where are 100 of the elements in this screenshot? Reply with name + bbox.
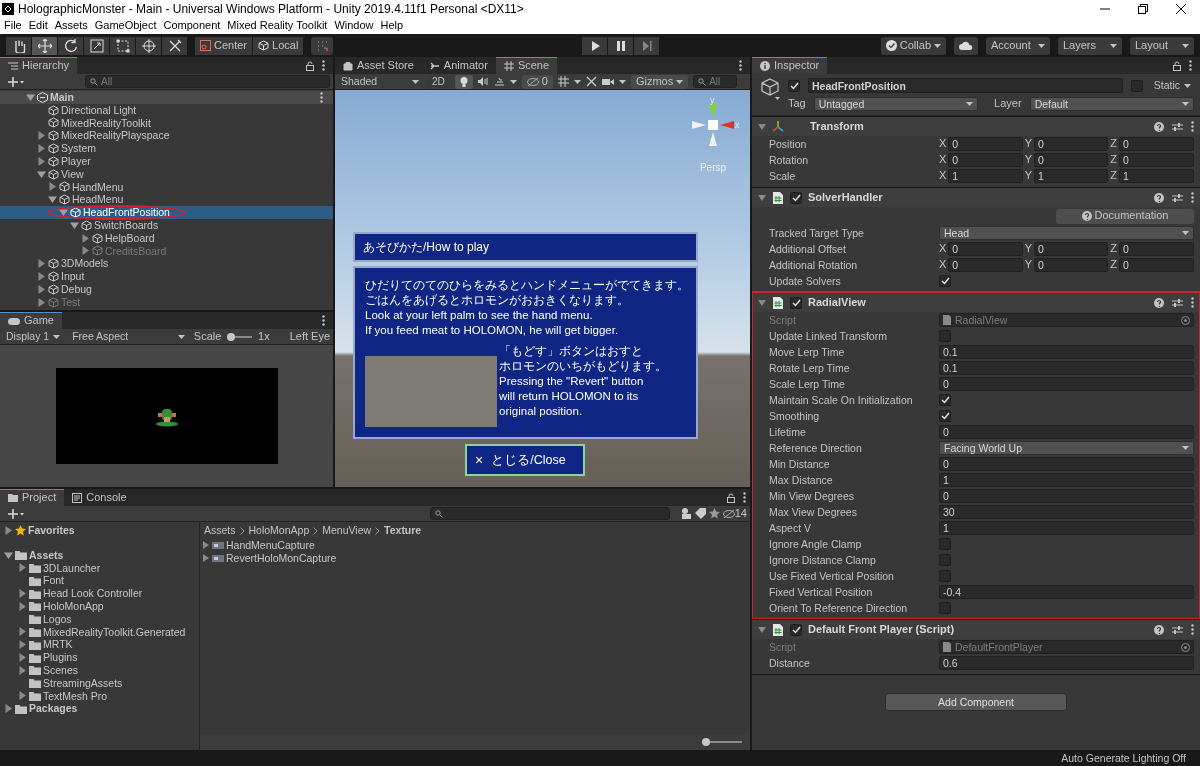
tool-button[interactable]	[162, 36, 187, 55]
menu-item[interactable]: Assets	[54, 19, 88, 33]
slider-thumb[interactable]	[702, 738, 710, 746]
number-field[interactable]: 0	[948, 137, 1023, 151]
tool-button[interactable]	[32, 36, 57, 55]
tree-item[interactable]: Plugins	[0, 651, 199, 664]
tree-item[interactable]: Packages	[0, 702, 199, 716]
label-icon[interactable]	[694, 508, 706, 519]
menu-item[interactable]: Window	[334, 19, 374, 33]
help-icon[interactable]	[1154, 297, 1164, 308]
aspect-dropdown[interactable]: Free Aspect	[69, 330, 188, 343]
tree-item[interactable]: StreamingAssets	[0, 676, 199, 690]
number-field[interactable]: 0	[939, 489, 1194, 503]
panel-tab[interactable]: Console	[64, 489, 135, 506]
more-icon[interactable]	[1189, 60, 1192, 71]
tree-item[interactable]: Debug	[0, 282, 333, 296]
panel-tab[interactable]: Animator	[421, 57, 496, 74]
panel-tab[interactable]: Project	[0, 489, 65, 506]
checkbox[interactable]	[939, 410, 951, 422]
number-field[interactable]: 1	[939, 521, 1194, 535]
tree-item[interactable]: View	[0, 167, 333, 181]
number-field[interactable]: 0.1	[939, 361, 1194, 375]
preset-icon[interactable]	[1172, 192, 1183, 203]
panel-tab[interactable]: Hierarchy	[0, 57, 78, 74]
tree-item[interactable]: SwitchBoards	[0, 218, 333, 232]
number-field[interactable]: 0	[1119, 258, 1194, 272]
tree-item[interactable]: Player	[0, 155, 333, 168]
tree-item[interactable]: Logos	[0, 612, 199, 626]
object-picker-icon[interactable]	[1181, 315, 1190, 325]
breadcrumb-item[interactable]: HoloMonApp	[248, 524, 310, 537]
slider[interactable]	[702, 738, 742, 746]
help-icon[interactable]	[1154, 121, 1164, 132]
active-checkbox[interactable]	[788, 79, 800, 92]
value-dropdown[interactable]: Head	[939, 226, 1194, 240]
tree-item[interactable]: HeadFrontPosition	[0, 206, 333, 219]
tree-item[interactable]: Scenes	[0, 663, 199, 677]
checkbox[interactable]	[939, 602, 951, 614]
number-field[interactable]: 0	[1119, 137, 1194, 151]
help-icon[interactable]	[1154, 192, 1164, 203]
filter-type-icon[interactable]	[680, 508, 692, 519]
panel-tab[interactable]: Asset Store	[335, 57, 422, 74]
number-field[interactable]: -0.4	[939, 585, 1194, 599]
value-dropdown[interactable]: Facing World Up	[939, 441, 1194, 455]
preset-icon[interactable]	[1172, 624, 1183, 635]
menu-item[interactable]: Component	[163, 19, 221, 33]
tree-item[interactable]: HeadMenu	[0, 193, 333, 207]
script-field[interactable]: RadialView	[939, 313, 1194, 327]
number-field[interactable]: 0	[939, 457, 1194, 471]
more-icon[interactable]	[1191, 297, 1194, 308]
more-icon[interactable]	[1191, 121, 1194, 132]
star-icon[interactable]	[708, 508, 720, 519]
checkbox[interactable]	[939, 275, 951, 287]
speaker-icon[interactable]	[477, 77, 489, 86]
number-field[interactable]: 0	[939, 377, 1194, 391]
tag-dropdown[interactable]: Untagged	[813, 97, 979, 111]
number-field[interactable]: 0	[948, 258, 1023, 272]
close-board-button[interactable]: × とじる/Close	[465, 444, 585, 476]
more-icon[interactable]	[322, 315, 325, 326]
checkbox[interactable]	[939, 330, 951, 342]
tree-item[interactable]: Directional Light	[0, 103, 333, 117]
tool-button[interactable]	[84, 36, 109, 55]
number-field[interactable]: 30	[939, 505, 1194, 519]
tree-item[interactable]: HoloMonApp	[0, 600, 199, 613]
camera-icon[interactable]	[601, 77, 614, 86]
collab-button[interactable]: Collab	[880, 36, 946, 55]
breadcrumb-item[interactable]: MenuView	[322, 524, 372, 537]
lock-icon[interactable]	[306, 60, 314, 71]
hidden-packages-count[interactable]: 14	[722, 506, 747, 521]
checkbox[interactable]	[939, 394, 951, 406]
tree-item[interactable]: HandMenu	[0, 180, 333, 194]
more-icon[interactable]	[739, 60, 742, 71]
cloud-button[interactable]	[954, 36, 978, 55]
checkbox[interactable]	[939, 570, 951, 582]
tree-item[interactable]: Favorites	[0, 524, 199, 537]
number-field[interactable]: 0.1	[939, 345, 1194, 359]
number-field[interactable]: 0	[939, 425, 1194, 439]
pivot-button[interactable]: Local	[253, 36, 304, 55]
number-field[interactable]: 0.6	[939, 656, 1194, 670]
tree-item[interactable]: System	[0, 142, 333, 155]
menu-dropdown[interactable]: Account	[986, 36, 1050, 55]
menu-item[interactable]: Help	[380, 19, 404, 33]
menu-item[interactable]: Edit	[28, 19, 48, 33]
tree-item[interactable]: HelpBoard	[0, 231, 333, 245]
tree-item[interactable]: MixedRealityPlayspace	[0, 129, 333, 143]
number-field[interactable]: 0	[948, 242, 1023, 256]
tree-item[interactable]: MixedRealityToolkit.Generated	[0, 625, 199, 639]
enabled-checkbox[interactable]	[790, 191, 802, 204]
more-icon[interactable]	[322, 60, 325, 71]
component-header[interactable]: RadialView	[752, 292, 1200, 312]
help-icon[interactable]	[1154, 624, 1164, 635]
panel-tab[interactable]: Scene	[495, 57, 558, 74]
more-icon[interactable]	[743, 492, 746, 503]
tree-item[interactable]: TextMesh Pro	[0, 689, 199, 703]
number-field[interactable]: 0	[1034, 153, 1109, 167]
snap-button[interactable]	[311, 36, 334, 55]
restore-icon[interactable]	[1138, 4, 1148, 14]
tree-item[interactable]: Input	[0, 270, 333, 283]
gizmos-button[interactable]: Gizmos	[630, 74, 689, 89]
pivot-button[interactable]: Center	[195, 36, 253, 55]
lighting-button[interactable]	[454, 74, 473, 89]
